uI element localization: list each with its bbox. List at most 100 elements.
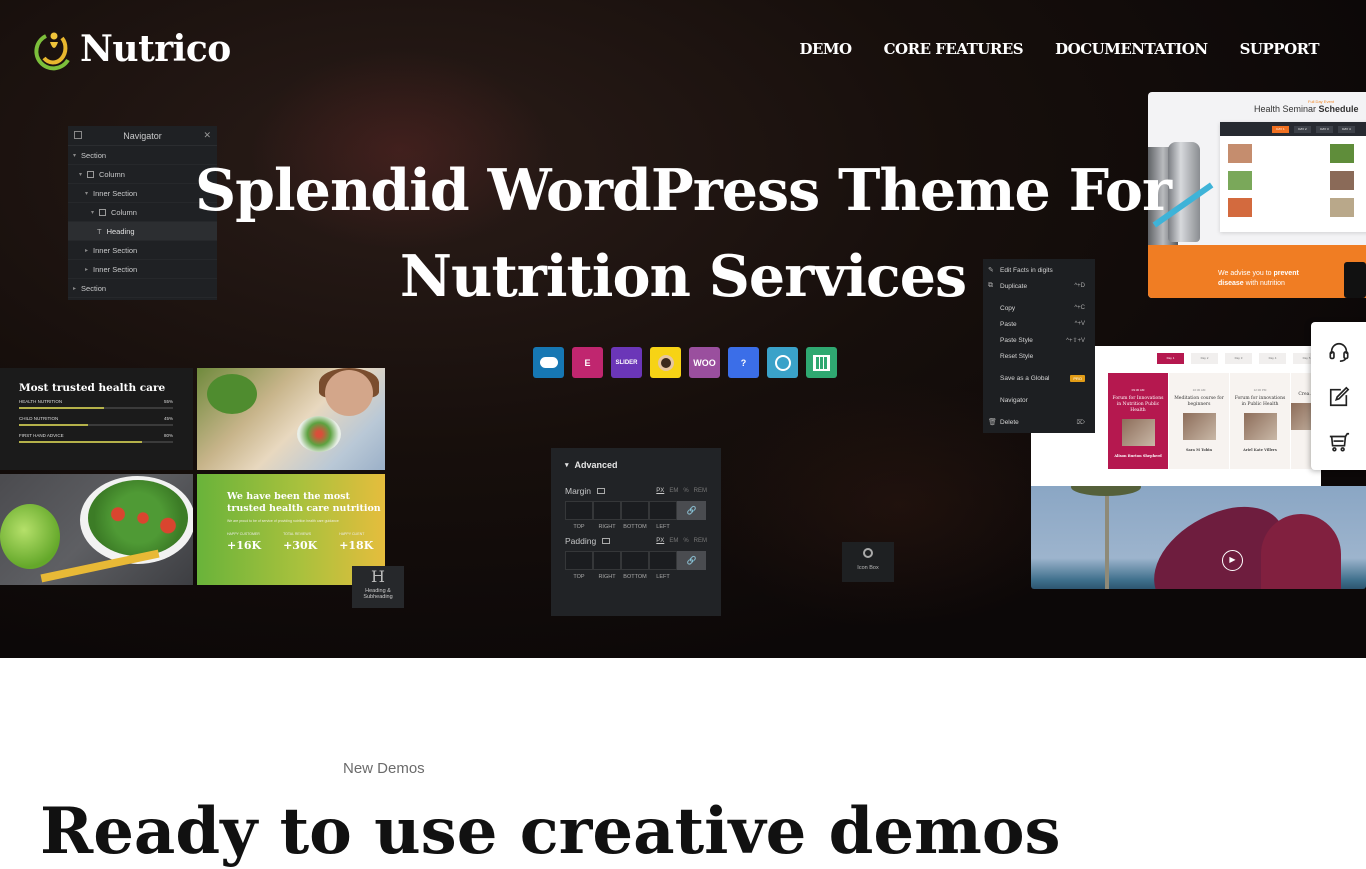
event-card[interactable]: 10:30 AM Meditation course for beginners S… — [1169, 373, 1229, 469]
pencil-icon: ✎ — [988, 267, 994, 274]
unit-percent[interactable]: % — [683, 488, 688, 494]
link-values-icon[interactable]: 🔗 — [677, 551, 706, 570]
caption-right: RIGHT — [598, 574, 616, 580]
padding-units: PX EM % REM — [656, 538, 707, 544]
context-menu-item[interactable]: Paste Style ^+⇧+V — [983, 332, 1095, 348]
event-title: Forum for innovations in Public Health — [1234, 396, 1286, 407]
trusted-card-title: Most trusted health care — [19, 382, 166, 394]
caption-top: TOP — [573, 574, 585, 580]
schedule-day-tab[interactable]: DAY 3 — [1316, 125, 1333, 133]
heading-icon: H — [371, 567, 385, 586]
stat-item: HAPPY CLIENT +18K — [339, 532, 373, 552]
unit-px[interactable]: PX — [656, 538, 664, 544]
stat-item: HAPPY CUSTOMER +16K — [227, 532, 261, 552]
event-card[interactable]: 09:30 AM Forum for Innovations in Nutriti… — [1108, 373, 1168, 469]
woocommerce-icon: WOO — [689, 347, 720, 378]
event-title: Forum for Innovations in Nutrition Publi… — [1112, 396, 1164, 413]
unit-em[interactable]: EM — [669, 538, 678, 544]
schedule-day-tab[interactable]: DAY 4 — [1338, 125, 1355, 133]
close-icon[interactable]: ✕ — [203, 130, 211, 141]
event-time: 12:30 PM — [1253, 388, 1267, 392]
stat-label: HAPPY CUSTOMER — [227, 532, 260, 536]
nav-core-features[interactable]: CORE FEATURES — [884, 40, 1024, 58]
hero-section: Nutrico DEMO CORE FEATURES DOCUMENTATION… — [0, 0, 1366, 658]
unit-px[interactable]: PX — [656, 488, 664, 494]
padding-bottom-input[interactable] — [621, 551, 649, 570]
calendar-plugin-icon — [806, 347, 837, 378]
margin-top-input[interactable] — [565, 501, 593, 520]
trusted-health-card: Most trusted health care HEALTH NUTRITIO… — [0, 368, 193, 470]
heading-widget[interactable]: H Heading & Subheading — [352, 566, 404, 608]
caption-right: RIGHT — [598, 524, 616, 530]
event-card[interactable]: 12:30 PM Forum for innovations in Public … — [1230, 373, 1290, 469]
context-menu-item[interactable]: Navigator — [983, 392, 1095, 408]
event-day-tab[interactable]: Day 2 — [1191, 353, 1218, 364]
padding-left-input[interactable] — [649, 551, 677, 570]
advanced-section-toggle[interactable]: ▾ Advanced — [565, 460, 707, 470]
menu-item-label: Paste Style — [1000, 336, 1033, 344]
context-menu-item[interactable]: Copy ^+C — [983, 300, 1095, 316]
stat-item: TOTAL REVIEWS +30K — [283, 532, 317, 552]
cart-icon[interactable] — [1327, 430, 1351, 454]
nav-demo[interactable]: DEMO — [799, 40, 852, 58]
caret-down-icon: ▾ — [565, 462, 569, 469]
menu-item-label: Paste — [1000, 320, 1017, 328]
progress-track — [19, 441, 173, 443]
yoga-video-preview[interactable]: ▶ — [1031, 486, 1366, 589]
headset-icon[interactable] — [1327, 340, 1351, 364]
unit-rem[interactable]: REM — [694, 538, 707, 544]
context-menu-item[interactable]: Save as a Global PRO — [983, 370, 1095, 386]
main-nav: DEMO CORE FEATURES DOCUMENTATION SUPPORT — [799, 40, 1319, 58]
schedule-day-tab[interactable]: DAY 2 — [1294, 125, 1311, 133]
unit-rem[interactable]: REM — [694, 488, 707, 494]
event-day-tab[interactable]: Day 4 — [1259, 353, 1286, 364]
desktop-icon[interactable] — [596, 488, 605, 494]
play-icon[interactable]: ▶ — [1222, 550, 1243, 571]
progress-label: FIRST HAND ADVICE — [19, 433, 64, 438]
advanced-title: Advanced — [574, 460, 618, 470]
margin-right-input[interactable] — [593, 501, 621, 520]
progress-fill — [19, 441, 143, 443]
progress-label: HEALTH NUTRITION — [19, 399, 63, 404]
caption-bottom: BOTTOM — [623, 524, 647, 530]
unit-percent[interactable]: % — [683, 538, 688, 544]
context-menu-item[interactable]: Paste ^+V — [983, 316, 1095, 332]
heading-widget-label: Heading & Subheading — [363, 588, 393, 600]
icon-box-icon — [863, 548, 873, 558]
context-menu-item[interactable]: 🗑 Delete ⌦ — [983, 414, 1095, 430]
link-values-icon[interactable]: 🔗 — [677, 501, 706, 520]
padding-top-input[interactable] — [565, 551, 593, 570]
stat-value: +16K — [227, 539, 262, 552]
progress-track — [19, 424, 173, 426]
context-menu-item[interactable]: Reset Style — [983, 348, 1095, 364]
margin-bottom-input[interactable] — [621, 501, 649, 520]
edit-icon[interactable] — [1327, 385, 1351, 409]
event-day-tab[interactable]: Day 1 — [1157, 353, 1184, 364]
padding-right-input[interactable] — [593, 551, 621, 570]
icon-box-widget[interactable]: Icon Box — [842, 542, 894, 582]
context-menu-item[interactable]: ⧉ Duplicate ^+D — [983, 278, 1095, 294]
duplicate-icon: ⧉ — [988, 282, 993, 289]
advanced-panel: ▾ Advanced Margin PX EM % REM 🔗 TOP RIGH… — [551, 448, 721, 616]
progress-value: 45% — [163, 416, 173, 421]
icon-box-label: Icon Box — [857, 565, 879, 571]
menu-shortcut: ^+⇧+V — [1066, 337, 1085, 344]
context-menu-item[interactable]: ✎ Edit Facts in digits — [983, 262, 1095, 278]
question-plugin-icon: ? — [728, 347, 759, 378]
unit-em[interactable]: EM — [669, 488, 678, 494]
event-image — [1243, 413, 1277, 440]
trash-icon: 🗑 — [988, 419, 997, 426]
event-day-tab[interactable]: Day 3 — [1225, 353, 1252, 364]
schedule-day-tab[interactable]: DAY 1 — [1272, 125, 1289, 133]
desktop-icon[interactable] — [602, 538, 611, 544]
menu-item-label: Reset Style — [1000, 352, 1034, 360]
context-menu: ✎ Edit Facts in digits ⧉ Duplicate ^+D Copy ^+… — [983, 259, 1095, 433]
nav-documentation[interactable]: DOCUMENTATION — [1055, 40, 1208, 58]
progress-value: 80% — [163, 433, 173, 438]
margin-left-input[interactable] — [649, 501, 677, 520]
stat-label: HAPPY CLIENT — [339, 532, 365, 536]
event-day-tabs: Day 1 Day 2 Day 3 Day 4 Day 5 — [1157, 353, 1320, 364]
nav-support[interactable]: SUPPORT — [1240, 40, 1320, 58]
logo[interactable]: Nutrico — [32, 26, 231, 72]
collapse-icon[interactable] — [74, 131, 82, 139]
